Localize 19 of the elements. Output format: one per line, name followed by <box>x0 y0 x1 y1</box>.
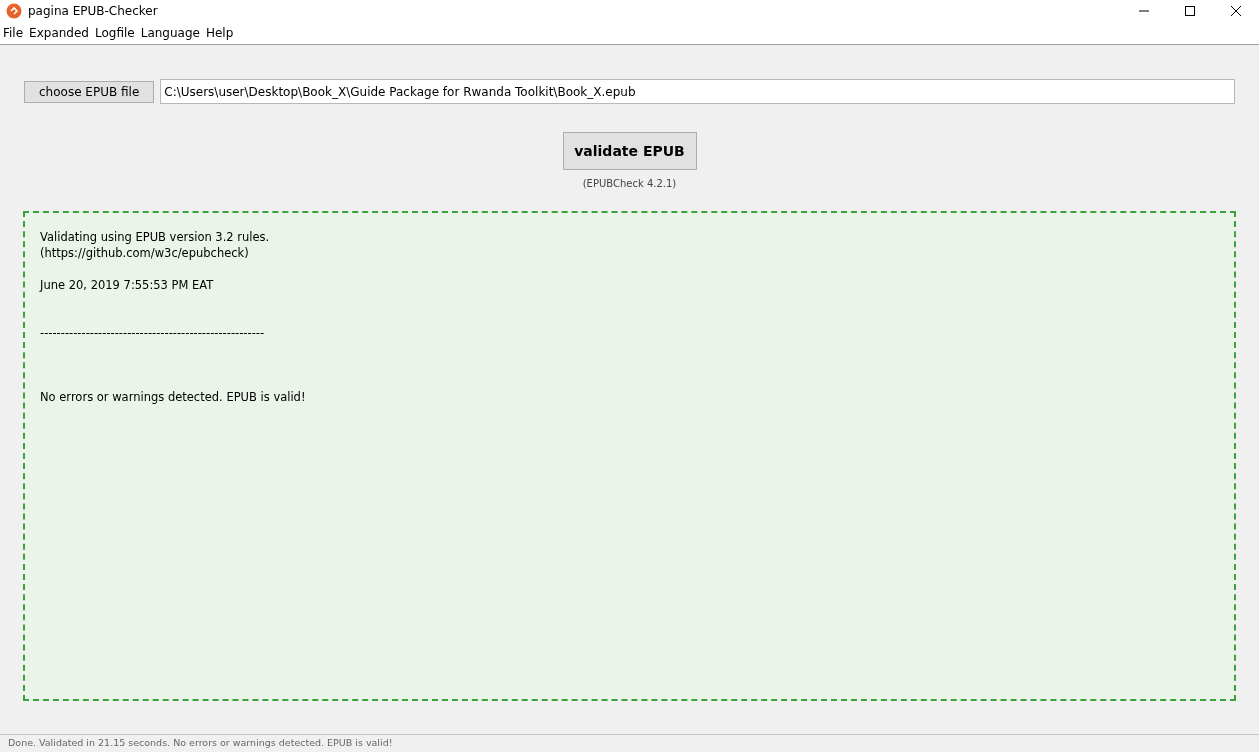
validate-button[interactable]: validate EPUB <box>562 132 697 170</box>
menu-item[interactable]: File <box>0 24 27 42</box>
menu-item[interactable]: Help <box>202 24 237 42</box>
maximize-icon <box>1185 6 1195 16</box>
log-line: June 20, 2019 7:55:53 PM EAT <box>40 277 214 293</box>
menu-item[interactable]: Expanded <box>26 24 92 42</box>
choose-file-button[interactable]: choose EPUB file <box>24 80 155 103</box>
close-icon <box>1231 6 1241 16</box>
app-logo-icon <box>6 3 22 19</box>
log-line: No errors or warnings detected. EPUB is valid! <box>40 389 306 405</box>
window-title: pagina EPUB-Checker <box>28 3 158 20</box>
version-label: (EPUBCheck 4.2.1) <box>582 177 677 191</box>
log-line: ------------------------------------------------------ <box>40 325 265 341</box>
menu-item[interactable]: Logfile <box>92 24 138 42</box>
status-text: Done. Validated in 21.15 seconds. No errors or warnings detected. EPUB is valid! <box>8 736 393 751</box>
log-line: Validating using EPUB version 3.2 rules. <box>40 229 270 245</box>
menu-item[interactable]: Language <box>137 24 203 42</box>
file-path-field[interactable]: C:\Users\user\Desktop\Book_X\Guide Package for Rwanda Toolkit\Book_X.epub <box>160 79 1235 104</box>
log-line: (https://github.com/w3c/epubcheck) <box>40 245 249 261</box>
